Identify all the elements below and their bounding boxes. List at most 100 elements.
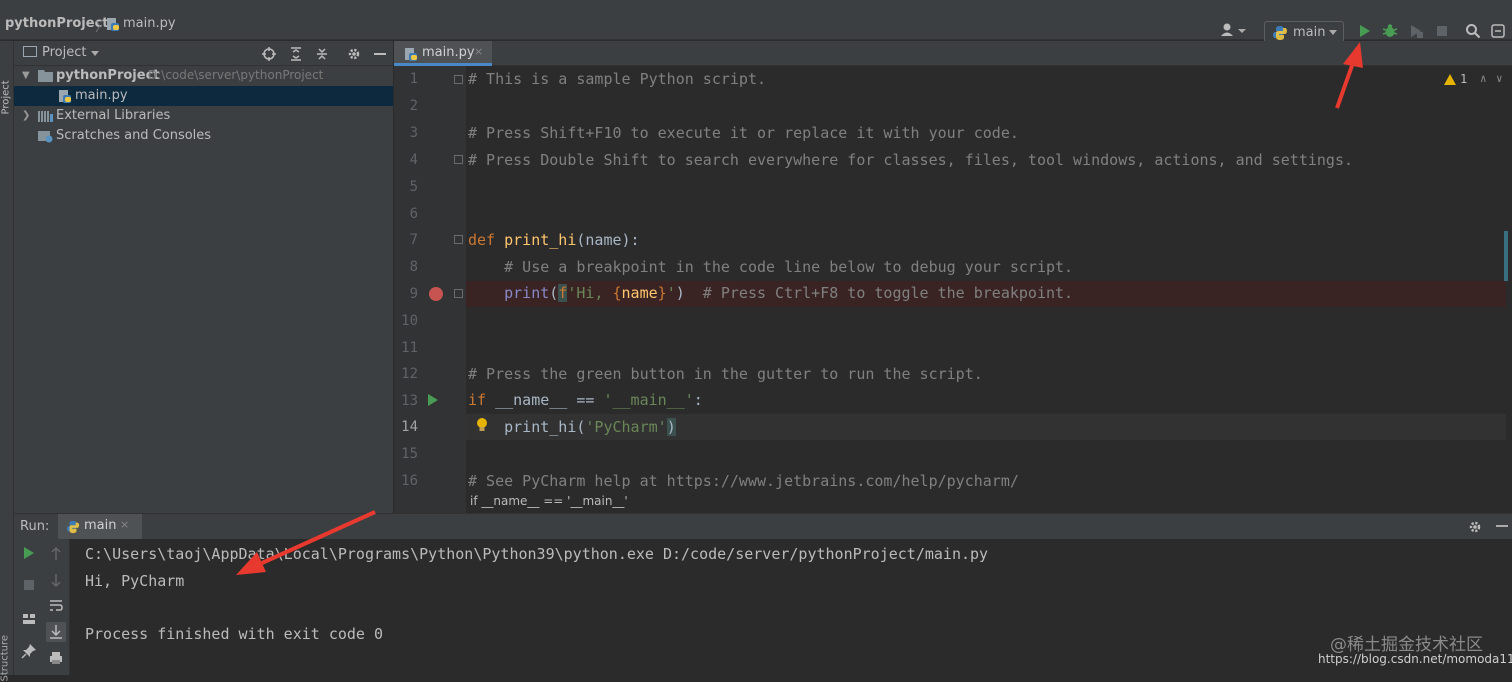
line-number: 5 (409, 179, 418, 195)
line-number: 11 (401, 340, 418, 356)
tree-item-path: D:\code\server\pythonProject (148, 68, 324, 82)
scroll-up-icon[interactable] (48, 546, 64, 562)
code-line-14: print_hi('PyCharm') (468, 418, 676, 445)
scroll-down-icon[interactable] (48, 572, 64, 588)
console-line: Process finished with exit code 0 (85, 625, 384, 643)
run-tab-main[interactable]: main × (58, 514, 142, 539)
expand-all-icon[interactable] (289, 46, 303, 61)
tree-item-label: pythonProject (56, 68, 160, 83)
run-with-coverage-icon[interactable] (1408, 23, 1424, 39)
tree-item-scratches[interactable]: Scratches and Consoles (14, 126, 393, 146)
close-icon[interactable]: × (474, 45, 483, 58)
project-view-icon (23, 46, 37, 57)
editor-breadcrumb[interactable]: if __name__ == '__main__' (470, 494, 628, 508)
gear-icon[interactable] (347, 46, 361, 60)
editor-gutter[interactable]: 1 2 3 4 5 6 7 8 9 10 11 12 13 14 15 16 (394, 66, 466, 513)
code-token: '__main__' (603, 391, 694, 409)
code-line-7: def print_hi(name): (468, 231, 640, 258)
chevron-down-icon[interactable]: ▼ (22, 70, 30, 81)
run-gutter-icon[interactable] (428, 394, 438, 406)
code-line-1: # This is a sample Python script. (468, 70, 767, 88)
close-icon[interactable]: × (120, 518, 129, 531)
tab-main-py[interactable]: main.py × (394, 41, 492, 66)
code-editor[interactable]: 1 2 3 4 5 6 7 8 9 10 11 12 13 14 15 16 #… (394, 66, 1512, 513)
gear-icon[interactable] (1468, 519, 1482, 533)
line-number: 14 (401, 419, 418, 435)
debug-icon[interactable] (1382, 23, 1398, 39)
line-number: 15 (401, 446, 418, 462)
breadcrumb-file[interactable]: main.py (123, 16, 176, 31)
fold-marker-icon[interactable] (454, 235, 463, 244)
chevron-down-icon[interactable] (91, 51, 99, 56)
tree-item-main-py[interactable]: main.py (14, 86, 393, 106)
stop-icon[interactable] (21, 577, 37, 593)
next-highlight-icon[interactable]: ∨ (1496, 72, 1503, 85)
tree-item-label: Scratches and Consoles (56, 128, 212, 143)
print-icon[interactable] (48, 650, 64, 666)
tab-label: main.py (422, 45, 475, 60)
folder-icon (38, 69, 53, 86)
code-token: ' (666, 284, 676, 302)
collapse-all-icon[interactable] (315, 46, 329, 60)
code-line-9: print(f'Hi, {name}') # Press Ctrl+F8 to … (468, 284, 1073, 311)
line-number: 6 (409, 206, 418, 222)
pin-icon[interactable] (21, 643, 37, 659)
tree-item-label: External Libraries (56, 108, 171, 123)
user-account-icon[interactable] (1220, 22, 1248, 38)
breadcrumb-project[interactable]: pythonProject (5, 16, 109, 31)
line-number: 2 (409, 98, 418, 114)
project-panel-title[interactable]: Project (42, 45, 86, 60)
soft-wrap-icon[interactable] (48, 598, 64, 614)
ide-settings-icon[interactable] (1490, 23, 1506, 39)
chevron-right-icon[interactable]: ❯ (22, 110, 30, 121)
project-tool-button[interactable]: Project (1, 75, 12, 114)
project-panel-header: Project (14, 41, 393, 66)
code-token: { (612, 284, 622, 302)
warning-count[interactable]: 1 (1460, 72, 1467, 86)
tree-item-project-root[interactable]: ▼ pythonProject D:\code\server\pythonPro… (14, 66, 393, 86)
run-configuration-select[interactable]: main (1264, 21, 1344, 43)
python-icon (66, 519, 80, 538)
previous-highlight-icon[interactable]: ∧ (1480, 72, 1487, 85)
code-token: ) (675, 284, 685, 302)
watermark-url: https://blog.csdn.net/momoda118 (1318, 652, 1512, 666)
tree-item-external-libraries[interactable]: ❯ External Libraries (14, 106, 393, 126)
minimize-icon[interactable] (1496, 525, 1508, 527)
locate-file-icon[interactable] (262, 46, 276, 61)
lightbulb-icon[interactable] (476, 417, 488, 433)
code-token: print_hi( (504, 418, 586, 436)
code-line-3: # Press Shift+F10 to execute it or repla… (468, 124, 1019, 142)
line-number: 3 (409, 125, 418, 141)
warning-icon[interactable] (1444, 74, 1456, 85)
run-tool-window-header: Run: main × (14, 513, 1512, 539)
fold-marker-icon[interactable] (454, 75, 463, 84)
project-panel: Project ▼ pythonProject D:\code\server\p… (14, 41, 393, 513)
fold-marker-icon[interactable] (454, 155, 463, 164)
code-token: : (693, 391, 703, 409)
layout-icon[interactable] (21, 611, 37, 627)
scratches-icon (38, 129, 53, 147)
python-file-icon (58, 89, 72, 107)
python-file-icon (106, 17, 120, 35)
editor-tab-bar: main.py × (394, 41, 1512, 66)
editor-breadcrumb-bar: if __name__ == '__main__' (466, 490, 1512, 513)
chevron-down-icon (1329, 30, 1337, 35)
code-token: (name): (576, 231, 640, 249)
code-token: ( (549, 284, 559, 302)
search-icon[interactable] (1465, 23, 1481, 39)
line-number: 9 (409, 286, 418, 302)
rerun-icon[interactable] (21, 545, 37, 561)
run-configuration-label: main (1293, 25, 1326, 40)
structure-tool-button[interactable]: Structure (0, 632, 11, 682)
minimize-icon[interactable] (373, 46, 387, 60)
line-number: 7 (409, 232, 418, 248)
left-tool-stripe: Project Structure (0, 41, 14, 682)
run-icon[interactable] (1357, 23, 1373, 39)
scroll-to-end-icon[interactable] (46, 622, 66, 642)
breakpoint-icon[interactable] (429, 287, 443, 301)
stop-icon[interactable] (1434, 23, 1450, 39)
code-token: } (657, 284, 667, 302)
scrollbar-marker[interactable] (1504, 231, 1508, 281)
console-output[interactable]: C:\Users\taoj\AppData\Local\Programs\Pyt… (71, 539, 1512, 675)
fold-marker-icon[interactable] (454, 289, 463, 298)
